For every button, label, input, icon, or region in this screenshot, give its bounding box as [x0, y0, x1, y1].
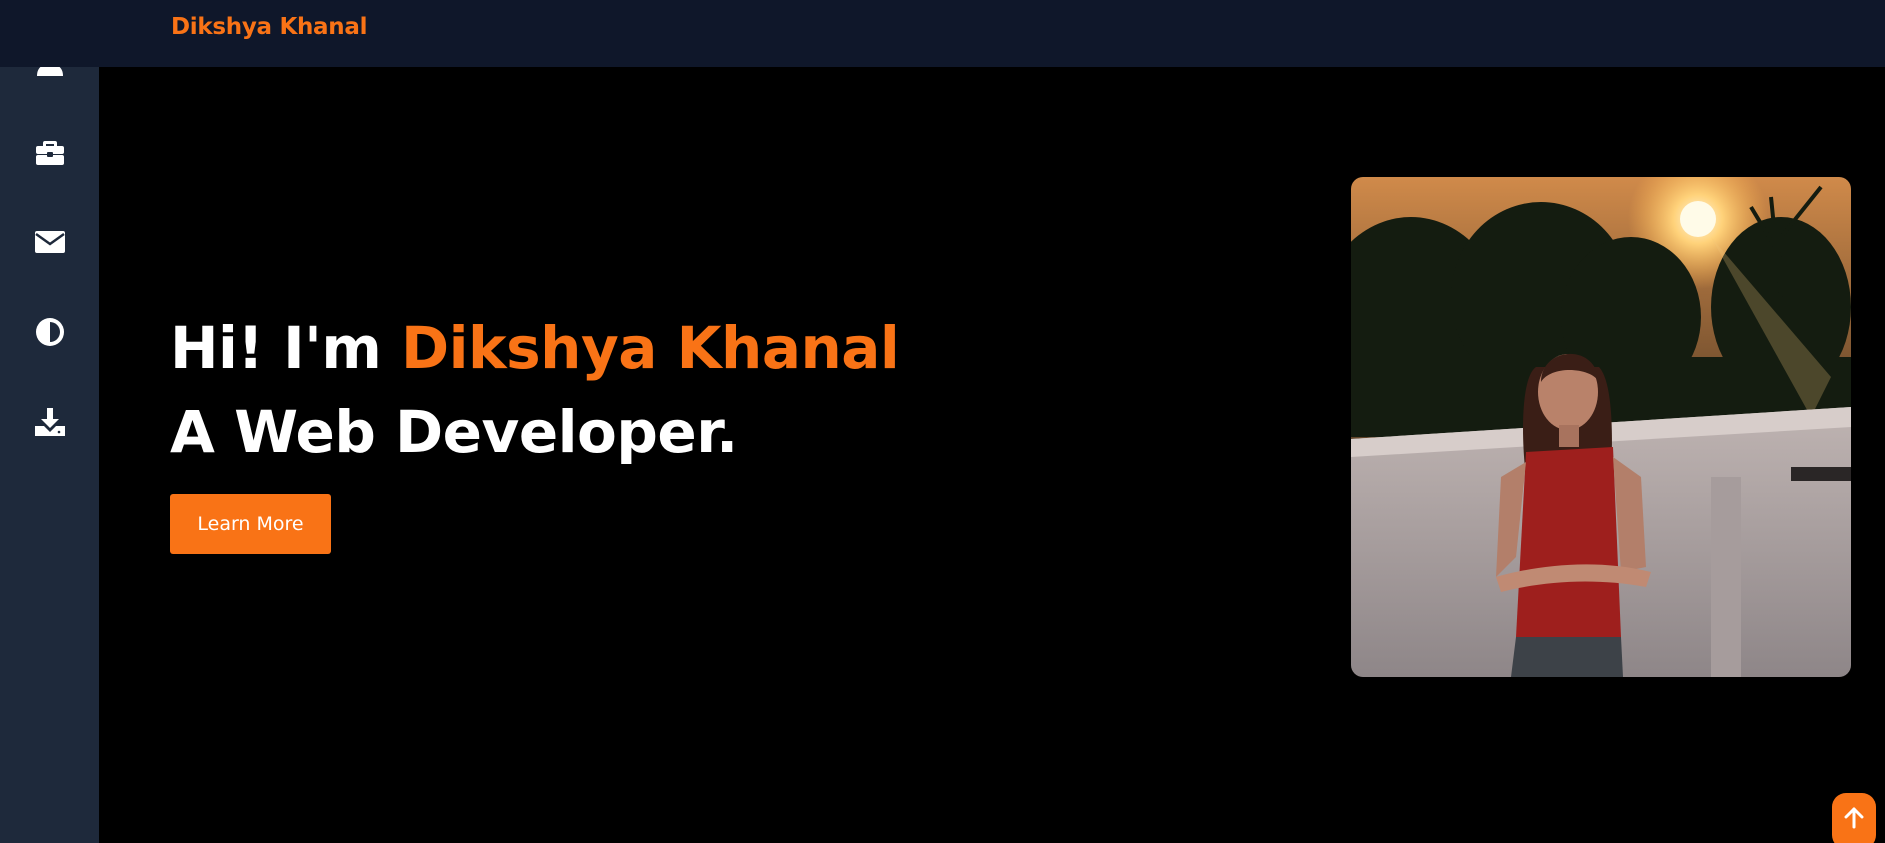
hero-heading: Hi! I'm Dikshya Khanal A Web Developer. — [170, 306, 900, 474]
download-icon-glyph — [35, 408, 65, 436]
top-navbar: Dikshya Khanal — [0, 0, 1885, 67]
arrow-up-icon — [1844, 807, 1864, 829]
hero-greeting: Hi! I'm — [170, 314, 402, 382]
page: Dikshya Khanal Hi! I'm Dikshya Khanal A … — [0, 0, 1885, 843]
hero-role: A Web Developer. — [170, 398, 738, 466]
profile-photo — [1351, 177, 1851, 677]
contrast-icon[interactable] — [31, 313, 69, 351]
download-icon[interactable] — [31, 403, 69, 441]
hero-name: Dikshya Khanal — [401, 314, 900, 382]
mail-icon-glyph — [35, 231, 65, 253]
learn-more-button[interactable]: Learn More — [170, 494, 331, 554]
brand-name[interactable]: Dikshya Khanal — [171, 14, 367, 40]
briefcase-icon-glyph — [36, 141, 64, 165]
sidebar — [0, 0, 99, 843]
mail-icon[interactable] — [31, 223, 69, 261]
scroll-to-top-button[interactable] — [1832, 793, 1876, 843]
contrast-icon-glyph — [36, 318, 64, 346]
briefcase-icon[interactable] — [31, 133, 69, 171]
profile-photo-illustration — [1351, 177, 1851, 677]
